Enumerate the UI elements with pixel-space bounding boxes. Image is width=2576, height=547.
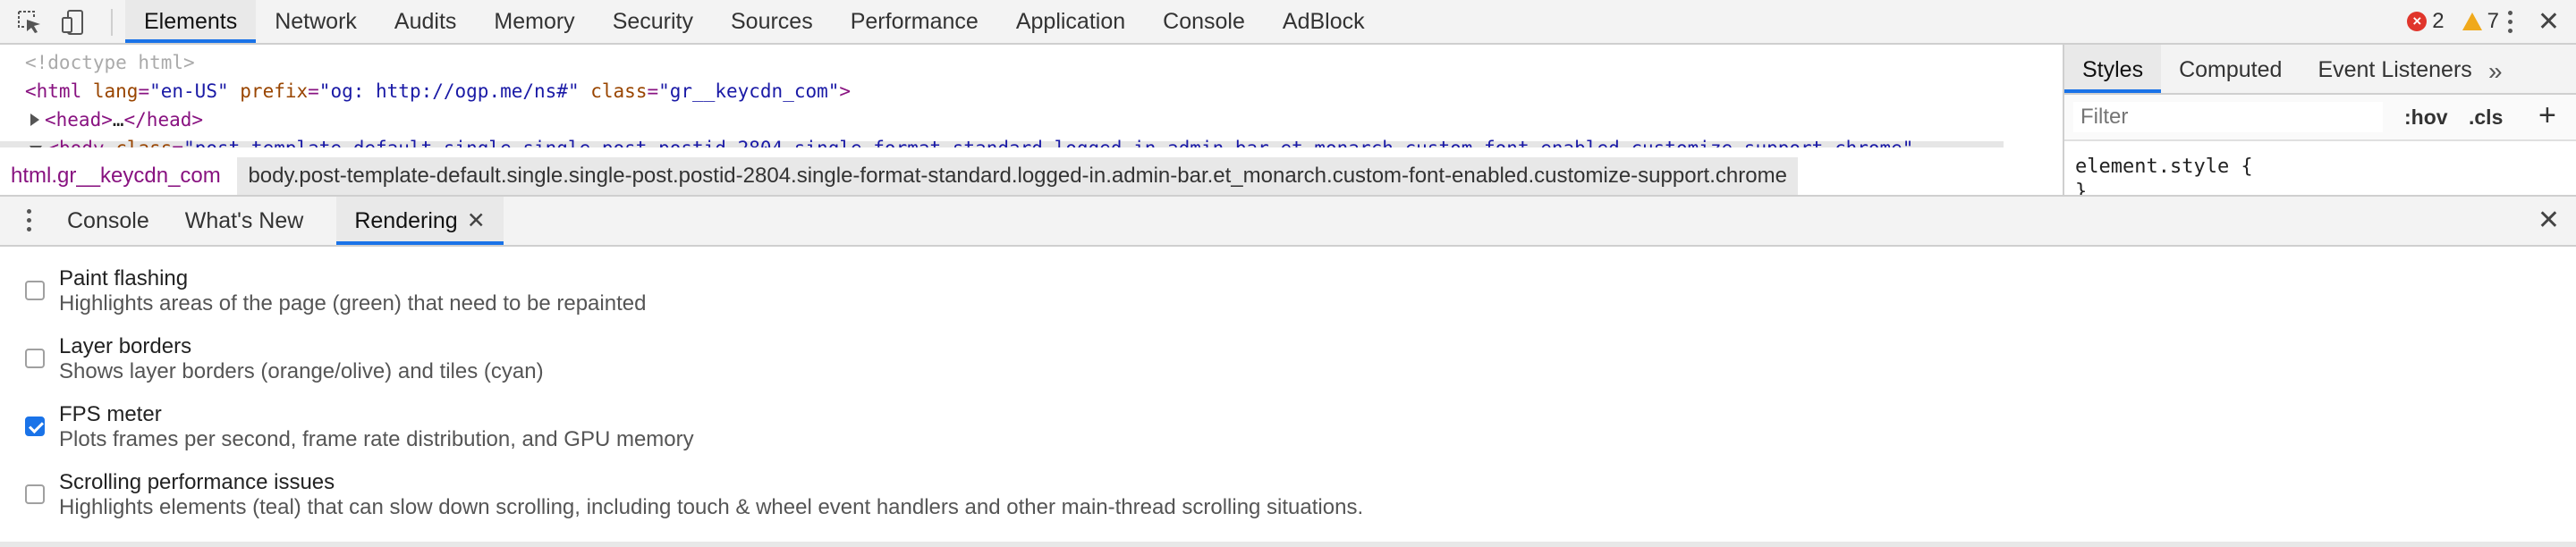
drawer-tabs: Console What's New Rendering ✕ bbox=[49, 197, 504, 245]
collapse-arrow-icon[interactable] bbox=[30, 146, 43, 147]
html-tag: <html bbox=[25, 80, 82, 102]
attr-class-value: "post-template-default single single-pos… bbox=[183, 138, 1913, 147]
styles-filter-bar: :hov .cls + bbox=[2064, 95, 2576, 141]
error-icon: × bbox=[2407, 12, 2428, 31]
attr-prefix-value: "og: http://ogp.me/ns#" bbox=[318, 80, 580, 102]
tab-event-listeners[interactable]: Event Listeners bbox=[2300, 45, 2489, 93]
rendering-panel: Paint flashing Highlights areas of the p… bbox=[0, 247, 2576, 547]
option-title[interactable]: Paint flashing bbox=[59, 266, 188, 291]
fps-meter-checkbox[interactable] bbox=[25, 417, 45, 436]
attr-prefix: prefix bbox=[240, 80, 309, 102]
breadcrumb: html.gr__keycdn_com body.post-template-d… bbox=[0, 157, 2063, 195]
warning-icon bbox=[2462, 13, 2482, 30]
warning-count: 7 bbox=[2487, 9, 2499, 33]
tab-audits[interactable]: Audits bbox=[376, 0, 475, 43]
toolbar-separator bbox=[111, 9, 113, 36]
option-description: Highlights elements (teal) that can slow… bbox=[59, 495, 1364, 519]
drawer-tab-console[interactable]: Console bbox=[49, 197, 167, 245]
breadcrumb-item-body[interactable]: body.post-template-default.single.single… bbox=[237, 157, 1798, 195]
dom-tree: <!doctype html> <html lang="en-US" prefi… bbox=[0, 45, 2063, 147]
filter-input[interactable] bbox=[2073, 102, 2383, 132]
styles-sidebar: Styles Computed Event Listeners » :hov .… bbox=[2063, 45, 2576, 203]
expand-arrow-icon[interactable] bbox=[30, 114, 39, 126]
tab-adblock[interactable]: AdBlock bbox=[1264, 0, 1384, 43]
html-tag-close: > bbox=[839, 80, 852, 102]
drawer-menu-icon[interactable] bbox=[27, 209, 32, 236]
tab-sources[interactable]: Sources bbox=[712, 0, 832, 43]
drawer-toolbar: Console What's New Rendering ✕ ✕ bbox=[0, 195, 2576, 247]
class-toggle[interactable]: .cls bbox=[2469, 105, 2503, 130]
attr-lang-value: "en-US" bbox=[149, 80, 229, 102]
head-node[interactable]: <head>…</head> bbox=[30, 109, 203, 130]
devtools-toolbar: Elements Network Audits Memory Security … bbox=[0, 0, 2576, 45]
tab-styles[interactable]: Styles bbox=[2064, 45, 2162, 93]
tab-elements[interactable]: Elements bbox=[125, 0, 257, 43]
close-icon[interactable]: ✕ bbox=[2538, 9, 2560, 36]
tab-computed[interactable]: Computed bbox=[2161, 45, 2300, 93]
layer-borders-checkbox[interactable] bbox=[25, 349, 45, 368]
attr-class: class bbox=[590, 80, 648, 102]
close-tab-icon[interactable]: ✕ bbox=[467, 208, 486, 233]
error-count: 2 bbox=[2432, 9, 2445, 33]
inspect-element-icon[interactable] bbox=[16, 9, 43, 36]
element-style-selector[interactable]: element.style { bbox=[2075, 156, 2253, 178]
more-icon[interactable] bbox=[2508, 11, 2513, 34]
doctype-line[interactable]: <!doctype html> bbox=[25, 52, 195, 73]
sidebar-tabs: Styles Computed Event Listeners » bbox=[2064, 45, 2576, 95]
paint-flashing-checkbox[interactable] bbox=[25, 281, 45, 300]
tab-performance[interactable]: Performance bbox=[832, 0, 997, 43]
tab-console[interactable]: Console bbox=[1144, 0, 1264, 43]
main-tabs: Elements Network Audits Memory Security … bbox=[125, 0, 1384, 43]
chevron-right-icon[interactable]: » bbox=[2488, 57, 2503, 86]
drawer-tab-rendering[interactable]: Rendering ✕ bbox=[336, 197, 504, 245]
tab-application[interactable]: Application bbox=[997, 0, 1144, 43]
head-ellipsis: … bbox=[112, 109, 124, 130]
attr-lang: lang bbox=[92, 80, 139, 102]
attr-class-value: "gr__keycdn_com" bbox=[658, 80, 840, 102]
head-close-tag: </head> bbox=[123, 109, 204, 130]
bottom-edge bbox=[0, 542, 2576, 547]
device-toolbar-icon[interactable] bbox=[61, 9, 88, 36]
html-node[interactable]: <html lang="en-US" prefix="og: http://og… bbox=[25, 80, 851, 102]
add-rule-icon[interactable]: + bbox=[2538, 98, 2556, 133]
option-description: Highlights areas of the page (green) tha… bbox=[59, 291, 647, 316]
body-ellipsis: … bbox=[7, 138, 19, 147]
option-title[interactable]: Layer borders bbox=[59, 334, 191, 359]
body-tag: <body bbox=[47, 138, 104, 147]
close-drawer-icon[interactable]: ✕ bbox=[2538, 207, 2560, 234]
tab-memory[interactable]: Memory bbox=[475, 0, 593, 43]
option-description: Shows layer borders (orange/olive) and t… bbox=[59, 359, 544, 383]
drawer-tab-rendering-label: Rendering bbox=[354, 208, 458, 233]
option-title[interactable]: FPS meter bbox=[59, 402, 162, 427]
head-open-tag: <head> bbox=[45, 109, 113, 130]
option-title[interactable]: Scrolling performance issues bbox=[59, 470, 335, 495]
drawer-tab-whats-new[interactable]: What's New bbox=[167, 197, 322, 245]
attr-class: class bbox=[115, 138, 172, 147]
hover-state-toggle[interactable]: :hov bbox=[2404, 105, 2448, 130]
body-node[interactable]: … <body class="post-template-default sin… bbox=[7, 138, 1913, 147]
option-description: Plots frames per second, frame rate dist… bbox=[59, 427, 694, 451]
tab-security[interactable]: Security bbox=[594, 0, 712, 43]
error-warning-counter[interactable]: × 2 7 bbox=[2407, 7, 2499, 36]
breadcrumb-item-html[interactable]: html.gr__keycdn_com bbox=[0, 157, 232, 195]
tab-network[interactable]: Network bbox=[256, 0, 376, 43]
scrolling-performance-checkbox[interactable] bbox=[25, 484, 45, 504]
